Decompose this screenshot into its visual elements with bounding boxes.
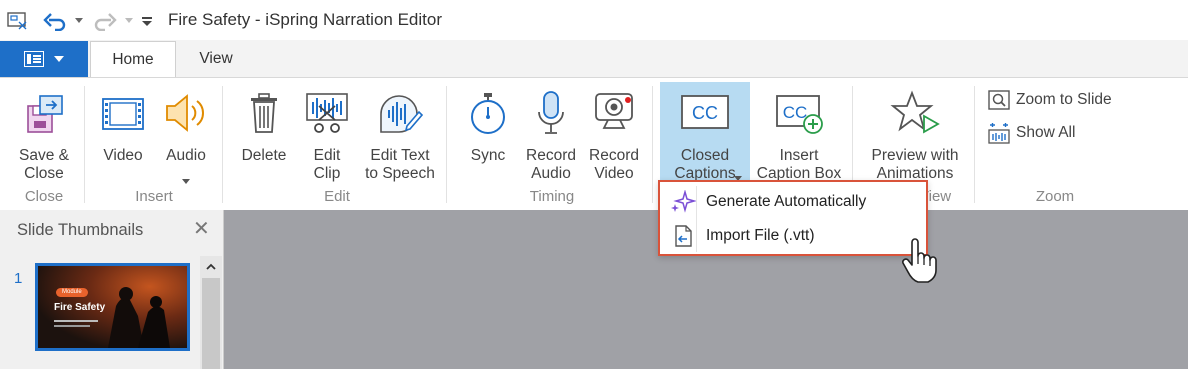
- menu-icon: [24, 51, 44, 67]
- hand-cursor-icon: [902, 238, 938, 289]
- trash-icon: [247, 92, 281, 139]
- title-bar: Fire Safety - iSpring Narration Editor: [0, 0, 1188, 40]
- tab-home[interactable]: Home: [90, 41, 176, 78]
- record-audio-label: Record Audio: [526, 147, 576, 182]
- scissors-icon: [305, 92, 349, 141]
- customize-qat-icon[interactable]: [141, 10, 153, 32]
- film-icon: [102, 96, 144, 137]
- webcam-icon: [592, 92, 636, 139]
- zoom-to-slide-label: Zoom to Slide: [1016, 91, 1112, 108]
- slide-number: 1: [14, 270, 23, 287]
- sync-label: Sync: [470, 147, 506, 164]
- svg-text:CC: CC: [783, 103, 808, 122]
- preview-with-animations-label: Preview with Animations: [871, 147, 959, 182]
- show-all-button[interactable]: Show All: [988, 122, 1075, 144]
- group-separator: [222, 86, 223, 203]
- delete-label: Delete: [241, 147, 287, 164]
- import-file-icon: [660, 225, 706, 247]
- menu-item-label: Generate Automatically: [706, 193, 867, 210]
- slide-thumbnail-title: Fire Safety: [54, 302, 106, 313]
- close-icon[interactable]: ✕: [193, 216, 210, 241]
- group-label-insert: Insert: [135, 188, 173, 205]
- ribbon-tab-row: Home View: [0, 40, 1188, 78]
- sparkle-icon: [660, 190, 706, 214]
- scrollbar-thumb[interactable]: [202, 278, 220, 369]
- slide-thumbnails-panel: Slide Thumbnails ✕ 1 Module Fire Safety: [0, 210, 224, 369]
- record-audio-button[interactable]: Record Audio: [520, 82, 582, 182]
- vertical-scrollbar[interactable]: [200, 256, 222, 369]
- stopwatch-icon: [468, 92, 508, 141]
- audio-button[interactable]: Audio: [158, 82, 214, 186]
- record-video-label: Record Video: [589, 147, 639, 182]
- text-to-speech-icon: [377, 92, 424, 141]
- speaker-icon: [163, 92, 209, 139]
- group-separator: [84, 86, 85, 203]
- show-all-icon: [988, 123, 1010, 144]
- group-separator: [652, 86, 653, 203]
- record-video-button[interactable]: Record Video: [584, 82, 644, 182]
- save-icon[interactable]: [6, 10, 30, 32]
- save-close-icon: [22, 92, 66, 141]
- video-button[interactable]: Video: [94, 82, 152, 182]
- group-separator: [446, 86, 447, 203]
- save-close-button[interactable]: Save & Close: [8, 82, 80, 182]
- closed-captions-icon: CC: [680, 94, 730, 135]
- closed-captions-button[interactable]: CC Closed Captions: [660, 82, 750, 182]
- redo-dropdown-icon[interactable]: [124, 10, 134, 32]
- chevron-down-icon: [54, 56, 64, 62]
- insert-caption-icon: CC: [773, 92, 825, 141]
- redo-icon[interactable]: [92, 10, 118, 32]
- slide-text-line: [54, 325, 90, 327]
- slide-text-line: [54, 320, 98, 322]
- zoom-to-slide-icon: [988, 90, 1010, 110]
- edit-text-to-speech-button[interactable]: Edit Text to Speech: [360, 82, 440, 182]
- menu-item-label: Import File (.vtt): [706, 227, 815, 244]
- delete-button[interactable]: Delete: [234, 82, 294, 182]
- menu-item-import-file[interactable]: Import File (.vtt): [660, 220, 926, 252]
- slide-thumbnail[interactable]: Module Fire Safety: [35, 263, 190, 351]
- svg-text:CC: CC: [692, 103, 718, 123]
- ribbon: Save & Close Close Video Audio Insert De…: [0, 77, 1188, 210]
- closed-captions-menu: Generate Automatically Import File (.vtt…: [658, 180, 928, 256]
- chevron-down-icon: [182, 171, 190, 189]
- show-all-label: Show All: [1016, 124, 1076, 141]
- group-separator: [974, 86, 975, 203]
- group-label-timing: Timing: [529, 188, 575, 205]
- star-play-icon: [890, 90, 940, 141]
- undo-icon[interactable]: [42, 10, 68, 32]
- edit-clip-button[interactable]: Edit Clip: [298, 82, 356, 182]
- video-label: Video: [103, 147, 143, 164]
- group-label-edit: Edit: [324, 188, 350, 205]
- insert-caption-box-button[interactable]: CC Insert Caption Box: [752, 82, 846, 182]
- slide-tag: Module: [56, 288, 88, 297]
- undo-dropdown-icon[interactable]: [74, 10, 84, 32]
- file-menu-button[interactable]: [0, 41, 88, 77]
- sync-button[interactable]: Sync: [460, 82, 516, 182]
- group-label-close: Close: [24, 188, 64, 205]
- edit-clip-label: Edit Clip: [313, 147, 341, 182]
- save-close-label: Save & Close: [19, 147, 69, 182]
- panel-title: Slide Thumbnails: [17, 221, 144, 239]
- preview-with-animations-button[interactable]: Preview with Animations: [860, 82, 970, 182]
- audio-label: Audio: [166, 147, 206, 164]
- insert-caption-box-label: Insert Caption Box: [756, 147, 842, 182]
- menu-item-generate-automatically[interactable]: Generate Automatically: [660, 186, 926, 218]
- tab-view[interactable]: View: [182, 41, 250, 77]
- scroll-up-icon[interactable]: [200, 256, 222, 276]
- edit-text-to-speech-label: Edit Text to Speech: [365, 147, 435, 182]
- zoom-to-slide-button[interactable]: Zoom to Slide: [988, 90, 1112, 110]
- window-title: Fire Safety - iSpring Narration Editor: [168, 10, 442, 29]
- group-label-zoom: Zoom: [1035, 188, 1075, 205]
- microphone-icon: [534, 90, 568, 141]
